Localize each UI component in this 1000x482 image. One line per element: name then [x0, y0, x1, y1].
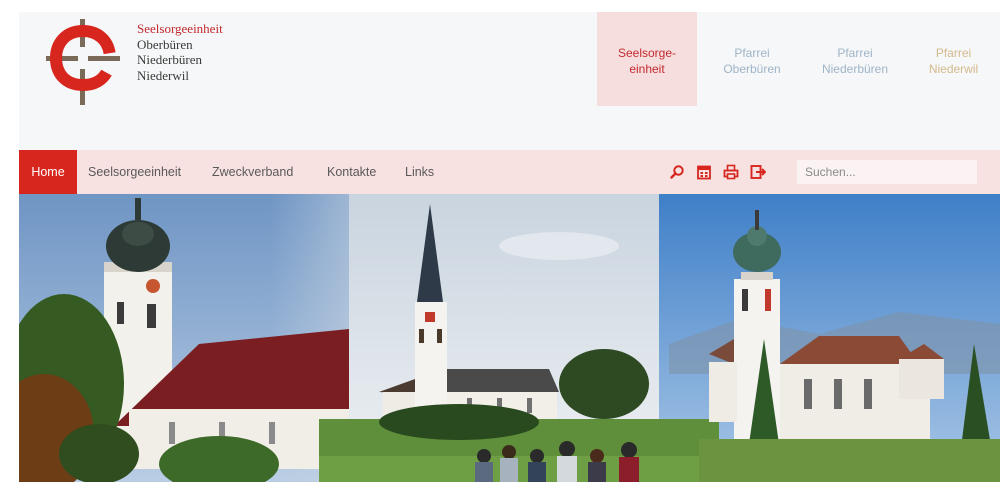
nav-item-zweckverband[interactable]: Zweckverband	[212, 150, 293, 194]
tile-seelsorgeeinheit[interactable]: Seelsorge- einheit	[597, 12, 697, 106]
tile-pfarrei-oberbueren[interactable]: Pfarrei Oberbüren	[702, 12, 802, 106]
tile-label: Pfarrei	[935, 46, 972, 60]
print-icon[interactable]	[723, 164, 739, 180]
tile-label: einheit	[629, 62, 665, 76]
site-header: Seelsorgeeinheit Oberbüren Niederbüren N…	[19, 12, 1000, 150]
tile-label: Pfarrei	[837, 46, 873, 60]
main-nav: Home Seelsorgeeinheit Zweckverband Konta…	[19, 150, 1000, 194]
parish-name-line: Oberbüren	[137, 36, 193, 52]
login-icon[interactable]	[750, 164, 766, 180]
nav-item-home[interactable]: Home	[19, 150, 77, 194]
parish-name-line: Seelsorgeeinheit	[137, 21, 223, 36]
parish-logo[interactable]	[44, 17, 122, 107]
tile-label: Seelsorge-	[617, 46, 677, 60]
tile-pfarrei-niederbueren[interactable]: Pfarrei Niederbüren	[805, 12, 905, 106]
calendar-icon[interactable]	[696, 164, 712, 180]
tile-label: Niederbüren	[821, 62, 889, 76]
tile-label: Niederwil	[928, 62, 979, 76]
nav-item-seelsorgeeinheit[interactable]: Seelsorgeeinheit	[88, 150, 181, 194]
hero-banner	[19, 194, 1000, 482]
tile-label: Oberbüren	[723, 62, 781, 76]
nav-item-kontakte[interactable]: Kontakte	[327, 150, 376, 194]
parish-name-line: Niederbüren	[137, 52, 202, 67]
nav-item-links[interactable]: Links	[405, 150, 434, 194]
parish-name[interactable]: Seelsorgeeinheit Oberbüren Niederbüren N…	[137, 21, 223, 83]
tile-label: Pfarrei	[734, 46, 770, 60]
churches-collage-image	[19, 194, 1000, 482]
search-icon[interactable]	[669, 164, 685, 180]
search-input[interactable]	[797, 160, 977, 184]
parish-name-line: Niederwil	[137, 67, 189, 83]
tile-pfarrei-niederwil[interactable]: Pfarrei Niederwil	[907, 12, 1000, 106]
